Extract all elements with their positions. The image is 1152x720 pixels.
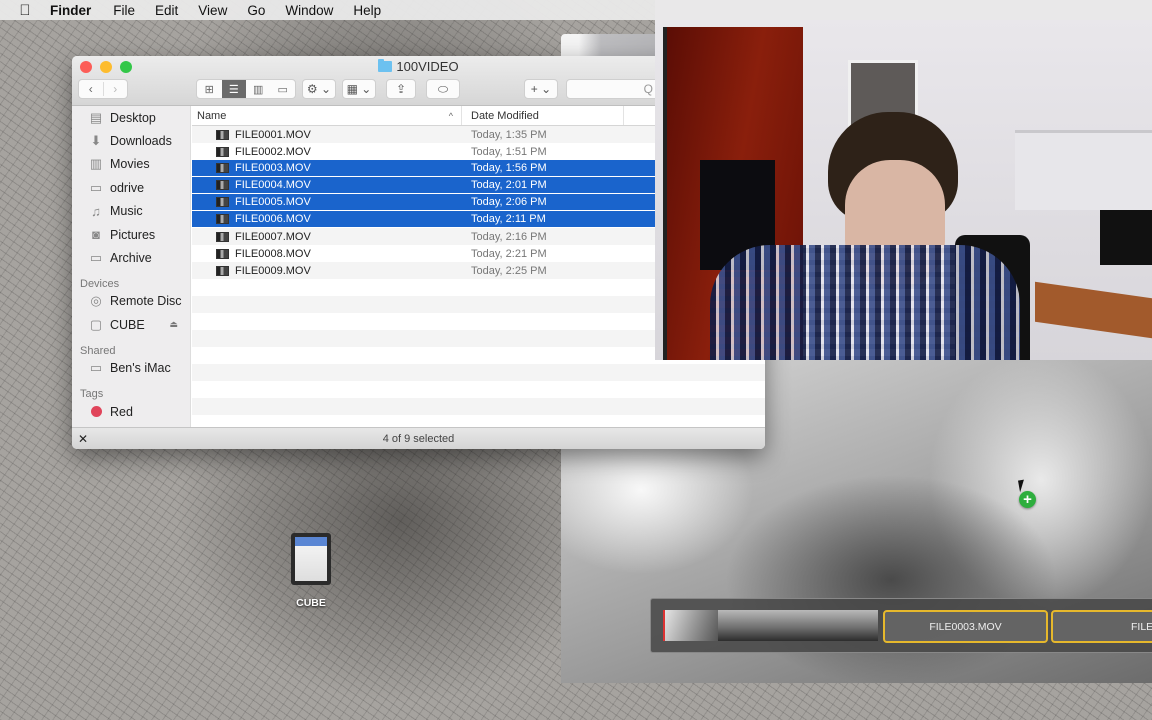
file-name-cell: FILE0001.MOV [192, 129, 462, 141]
movie-file-icon [216, 265, 229, 276]
menu-bar:  Finder File Edit View Go Window Help [0, 0, 1152, 20]
date-modified-cell: Today, 2:16 PM [471, 230, 547, 243]
sidebar-item-pictures[interactable]: ◙ Pictures [72, 223, 190, 246]
movie-file-icon [216, 146, 229, 157]
empty-row [192, 364, 765, 381]
view-mode-segmented: ⊞ ☰ ▥ ▭ [196, 79, 296, 99]
menu-view[interactable]: View [198, 3, 227, 18]
empty-row [192, 381, 765, 398]
sidebar-heading-shared: Shared [80, 344, 116, 357]
webcam-video-overlay [655, 0, 1152, 360]
sidebar-item-music[interactable]: ♫ Music [72, 200, 190, 223]
sidebar-item-tag-red[interactable]: Red [72, 400, 190, 423]
status-bar: ✕ 4 of 9 selected [72, 427, 765, 449]
nav-buttons: ‹ › [78, 79, 128, 99]
sidebar-item-cube[interactable]: ▢ CUBE ⏏ [72, 313, 190, 336]
desktop-icon: ▤ [89, 109, 103, 125]
sidebar-heading-devices: Devices [80, 277, 120, 290]
movie-file-icon [216, 197, 229, 207]
apple-menu-icon[interactable]:  [0, 2, 50, 19]
menu-go[interactable]: Go [247, 3, 265, 18]
movie-file-icon [216, 214, 229, 224]
new-item-button[interactable]: + ⌄ [524, 79, 558, 99]
folder-icon: ▭ [89, 179, 103, 195]
movie-file-icon [216, 231, 229, 242]
file-name-cell: FILE0006.MOV [192, 213, 462, 225]
file-name-cell: FILE0005.MOV [192, 196, 462, 208]
folder-icon [378, 59, 393, 72]
sidebar-item-bens-imac[interactable]: ▭ Ben's iMac [72, 357, 190, 380]
drive-icon: ▢ [89, 316, 103, 332]
date-modified-cell: Today, 1:35 PM [471, 128, 547, 141]
movie-file-icon [216, 248, 229, 259]
sort-ascending-icon: ^ [448, 110, 453, 121]
movies-icon: ▥ [89, 156, 103, 172]
movie-file-icon [216, 180, 229, 190]
folder-icon: ▭ [89, 250, 103, 266]
filmstrip-thumbnails[interactable] [663, 610, 878, 641]
video-timeline: FILE0003.MOV FILE0 [650, 598, 1152, 653]
coverflow-view-button[interactable]: ▭ [271, 80, 296, 98]
column-header-name[interactable]: Name ^ [192, 106, 462, 125]
share-button[interactable]: ⇪ [386, 79, 416, 99]
file-name-cell: FILE0004.MOV [192, 179, 462, 191]
arrange-button[interactable]: ▦ ⌄ [342, 79, 376, 99]
disc-icon: ◎ [90, 293, 102, 309]
menu-window[interactable]: Window [285, 3, 333, 18]
selection-count: 4 of 9 selected [382, 432, 455, 445]
date-modified-cell: Today, 2:21 PM [471, 247, 547, 260]
file-name-cell: FILE0009.MOV [192, 265, 462, 277]
file-name-cell: FILE0003.MOV [192, 162, 462, 174]
tags-button[interactable]: ⬭ [426, 79, 460, 99]
forward-button[interactable]: › [102, 82, 128, 96]
background-window-titlebar[interactable] [561, 34, 661, 58]
computer-icon: ▭ [89, 360, 103, 376]
icon-view-button[interactable]: ⊞ [197, 80, 222, 98]
timeline-clip[interactable]: FILE0 [1051, 610, 1152, 643]
sidebar-item-desktop[interactable]: ▤ Desktop [72, 106, 190, 129]
empty-row [192, 398, 765, 415]
sidebar-item-remote-disc[interactable]: ◎ Remote Disc [72, 290, 190, 313]
list-view-button[interactable]: ☰ [221, 80, 246, 98]
file-name-cell: FILE0008.MOV [192, 248, 462, 260]
close-icon[interactable]: ✕ [78, 432, 88, 446]
camera-icon: ◙ [92, 227, 100, 243]
menu-file[interactable]: File [113, 3, 135, 18]
back-button[interactable]: ‹ [79, 82, 103, 96]
action-gear-button[interactable]: ⚙ ⌄ [302, 79, 336, 99]
date-modified-cell: Today, 1:56 PM [471, 162, 547, 174]
red-tag-icon [88, 405, 104, 419]
menu-edit[interactable]: Edit [155, 3, 178, 18]
drag-copy-plus-icon: + [1019, 491, 1036, 508]
timeline-clip[interactable]: FILE0003.MOV [883, 610, 1048, 643]
file-name-cell: FILE0002.MOV [192, 146, 462, 158]
menu-finder[interactable]: Finder [50, 3, 91, 18]
column-view-button[interactable]: ▥ [246, 80, 271, 98]
finder-sidebar: ▤ Desktop ⬇ Downloads ▥ Movies ▭ odrive ♫ Mus… [72, 106, 191, 428]
sidebar-item-downloads[interactable]: ⬇ Downloads [72, 129, 190, 152]
date-modified-cell: Today, 2:01 PM [471, 179, 547, 191]
file-name-cell: FILE0007.MOV [192, 231, 462, 243]
column-header-date-modified[interactable]: Date Modified [462, 106, 624, 125]
menu-help[interactable]: Help [353, 3, 381, 18]
date-modified-cell: Today, 1:51 PM [471, 145, 547, 158]
cube-disk-icon[interactable] [291, 533, 331, 588]
eject-icon[interactable]: ⏏ [169, 319, 178, 330]
sidebar-heading-tags: Tags [80, 387, 104, 400]
movie-file-icon [216, 163, 229, 173]
downloads-icon: ⬇ [90, 133, 102, 149]
cube-disk-label[interactable]: CUBE [280, 597, 342, 609]
sidebar-item-odrive[interactable]: ▭ odrive [72, 176, 190, 199]
date-modified-cell: Today, 2:25 PM [471, 264, 547, 277]
date-modified-cell: Today, 2:06 PM [471, 196, 547, 208]
date-modified-cell: Today, 2:11 PM [471, 213, 546, 225]
movie-file-icon [216, 129, 229, 140]
sidebar-item-archive[interactable]: ▭ Archive [72, 246, 190, 269]
music-icon: ♫ [91, 203, 101, 219]
sidebar-item-movies[interactable]: ▥ Movies [72, 153, 190, 176]
